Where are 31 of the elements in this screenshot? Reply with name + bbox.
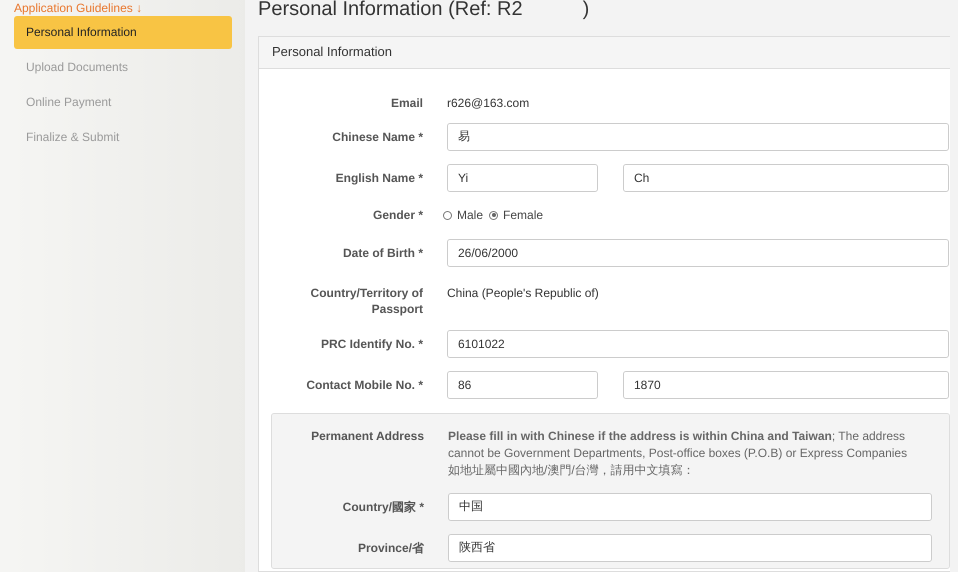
input-field[interactable]: 易 bbox=[447, 122, 949, 150]
input-field[interactable]: 1870 bbox=[623, 370, 949, 398]
field-label: Province/省 bbox=[356, 540, 425, 556]
field-label: Country/Territory of Passport bbox=[310, 285, 424, 317]
field-label: Email bbox=[390, 94, 424, 110]
address-note: Please fill in with Chinese if the address is within China and Taiwan; The address cannot be Government Departments, Post-office boxes (P.O.B) or Express Companies bbox=[448, 429, 908, 460]
input-field[interactable]: 86 bbox=[447, 370, 598, 398]
radio-label: Male bbox=[457, 208, 484, 222]
radio-button[interactable] bbox=[443, 210, 452, 220]
field-label: Chinese Name * bbox=[331, 128, 424, 144]
input-field[interactable]: 6101022 bbox=[447, 330, 949, 358]
field-label: Date of Birth * bbox=[342, 244, 424, 260]
field-value: China (People's Republic of) bbox=[447, 285, 599, 301]
field-value: r626@163.com bbox=[447, 94, 530, 110]
field-label: PRC Identify No. * bbox=[320, 336, 424, 352]
radio-label: Female bbox=[503, 208, 544, 222]
radio-button[interactable] bbox=[489, 210, 498, 220]
input-field[interactable]: 26/06/2000 bbox=[447, 238, 949, 266]
input-field[interactable]: Yi bbox=[447, 164, 598, 192]
field-label: Contact Mobile No. * bbox=[305, 376, 424, 392]
field-label: Country/國家 * bbox=[342, 498, 425, 514]
input-field[interactable]: 陕西省 bbox=[448, 534, 932, 562]
field-label: Gender * bbox=[372, 207, 424, 223]
field-label: Permanent Address bbox=[310, 428, 425, 444]
input-field[interactable]: 中国 bbox=[448, 492, 932, 520]
page-title: Personal Information (Ref: R2 ) bbox=[258, 0, 590, 22]
address-note-chinese: 如地址屬中國內地/澳門/台灣，請用中文填寫： bbox=[448, 462, 696, 479]
input-field[interactable]: Ch bbox=[623, 164, 949, 192]
sidebar-item[interactable]: Personal Information bbox=[14, 16, 232, 49]
panel-title: Personal Information bbox=[259, 37, 950, 69]
field-label: English Name * bbox=[334, 170, 424, 186]
